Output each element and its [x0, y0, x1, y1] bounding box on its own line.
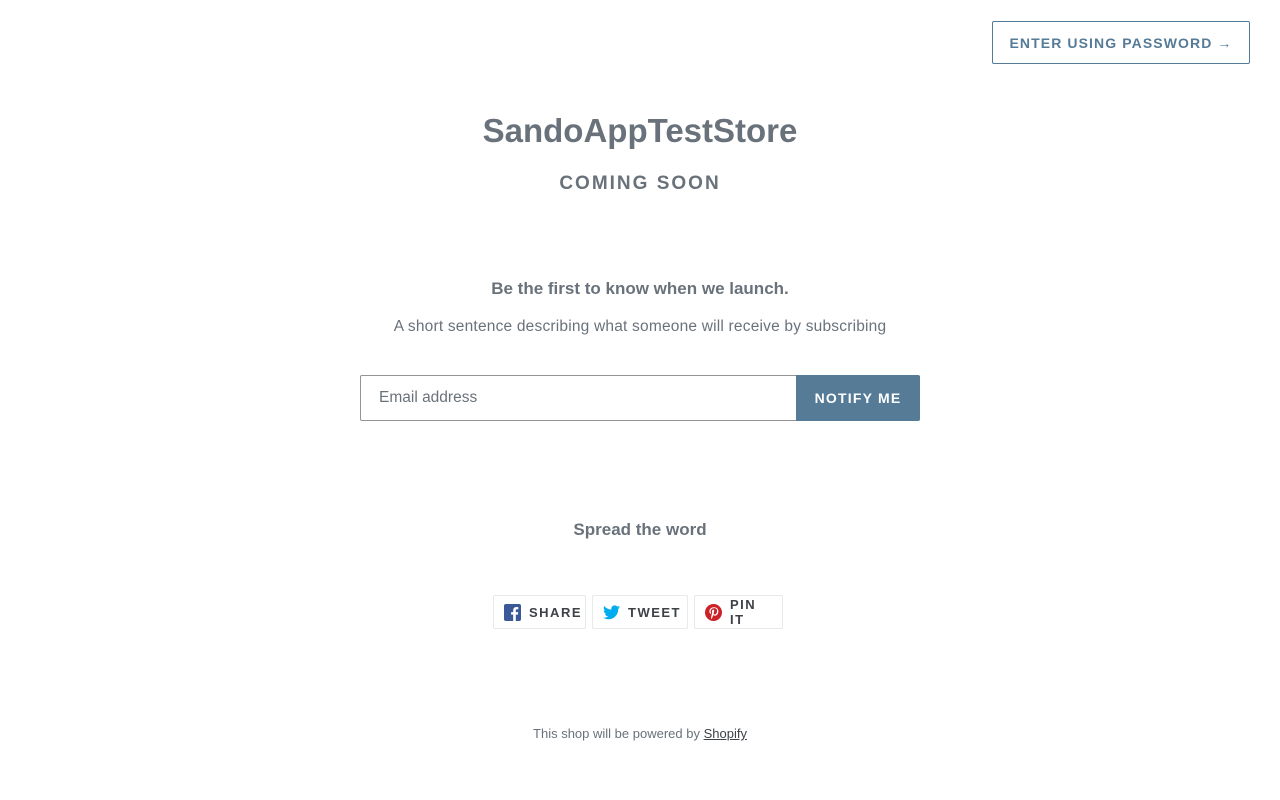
- footer: This shop will be powered by Shopify: [0, 726, 1280, 741]
- pinterest-pin-button[interactable]: Pin it: [694, 595, 783, 629]
- newsletter-description: A short sentence describing what someone…: [393, 318, 887, 335]
- newsletter-form: Notify me: [360, 375, 920, 421]
- pinterest-icon: [705, 603, 722, 621]
- facebook-share-label: Share: [529, 604, 583, 620]
- facebook-icon: [504, 603, 521, 621]
- twitter-icon: [603, 604, 620, 620]
- facebook-share-button[interactable]: Share: [493, 595, 586, 629]
- store-title: SandoAppTestStore: [482, 112, 798, 149]
- twitter-tweet-button[interactable]: Tweet: [592, 595, 688, 629]
- twitter-tweet-label: Tweet: [628, 604, 681, 620]
- enter-password-button[interactable]: Enter using password →: [992, 21, 1250, 64]
- coming-soon-tagline: Coming Soon: [559, 173, 721, 194]
- newsletter-heading: Be the first to know when we launch.: [491, 279, 789, 298]
- password-page: Enter using password → SandoAppTestStore…: [0, 0, 1280, 800]
- pinterest-pin-label: Pin it: [730, 597, 757, 627]
- shopify-link[interactable]: Shopify: [704, 726, 747, 741]
- spread-the-word-heading: Spread the word: [573, 520, 707, 539]
- notify-me-button[interactable]: Notify me: [796, 375, 920, 421]
- social-share-buttons: Share Tweet Pin it: [493, 595, 783, 629]
- footer-text: This shop will be powered by: [533, 726, 700, 741]
- email-input[interactable]: [360, 375, 796, 421]
